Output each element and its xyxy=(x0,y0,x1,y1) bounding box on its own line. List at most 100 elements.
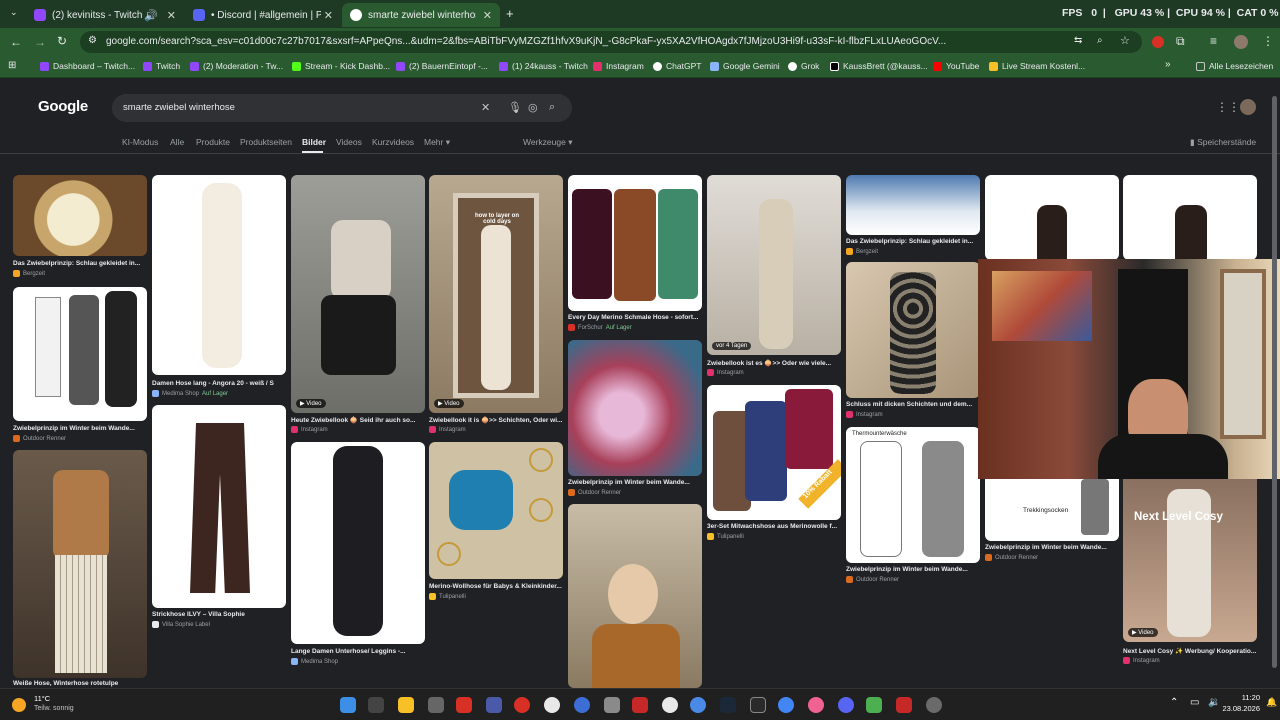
image-result[interactable]: Zwiebelprinzip im Winter beim Wande... O… xyxy=(13,287,147,444)
zoom-icon[interactable]: ⌕ xyxy=(1097,35,1103,46)
image-result[interactable]: vor 4 Tagen Zwiebellook ist es 🧅>> Oder … xyxy=(707,175,841,380)
tools-button[interactable]: Werkzeuge ▾ xyxy=(523,137,573,148)
tab-alle[interactable]: Alle xyxy=(170,137,184,147)
result-source[interactable]: Instagram xyxy=(429,426,466,433)
microphone-icon[interactable]: 🎙 xyxy=(508,101,522,114)
result-source[interactable]: Instagram xyxy=(707,369,744,376)
start-icon[interactable] xyxy=(340,697,356,713)
result-caption[interactable]: Every Day Merino Schmale Hose - sofort..… xyxy=(568,314,702,321)
bookmark-item[interactable]: ChatGPT xyxy=(653,61,701,71)
result-caption[interactable]: Next Level Cosy ✨ Werbung/ Kooperatio... xyxy=(1123,647,1257,655)
result-image[interactable] xyxy=(429,442,563,579)
account-avatar[interactable] xyxy=(1240,99,1256,115)
result-caption[interactable]: Strickhose ILVY – Villa Sophie xyxy=(152,611,286,618)
app-icon[interactable] xyxy=(632,697,648,713)
extensions-puzzle-icon[interactable]: ⧉ xyxy=(1176,34,1185,49)
result-caption[interactable]: Damen Hose lang - Angora 20 - weiß / S xyxy=(152,380,286,387)
app-icon[interactable] xyxy=(574,697,590,713)
image-result[interactable]: Next Level Cosy ▶ Video Next Level Cosy … xyxy=(1123,479,1257,669)
clock-date[interactable]: 23.08.2026 xyxy=(1202,704,1260,713)
speaker-icon[interactable]: 🔊 xyxy=(144,9,158,22)
image-result[interactable]: Lange Damen Unterhose/ Leggins -... Medi… xyxy=(291,442,425,667)
image-result[interactable] xyxy=(1123,175,1257,260)
site-info-icon[interactable]: ⚙ xyxy=(88,35,97,46)
result-image[interactable]: ▶ Video xyxy=(291,175,425,413)
tab-videos[interactable]: Videos xyxy=(336,137,362,147)
tab-search-icon[interactable]: ⌄ xyxy=(10,7,18,18)
tab-google[interactable]: smarte zwiebel winterhose - Google ✕ xyxy=(342,3,500,27)
app-icon[interactable] xyxy=(926,697,942,713)
network-icon[interactable]: ▭ xyxy=(1190,697,1199,708)
result-image[interactable] xyxy=(152,175,286,375)
app-icon[interactable] xyxy=(808,697,824,713)
image-result[interactable]: how to layer on cold days ▶ Video Zwiebe… xyxy=(429,175,563,437)
result-caption[interactable]: Merino-Wollhose für Babys & Kleinkinder.… xyxy=(429,583,563,590)
mouse-app-icon[interactable] xyxy=(428,697,444,713)
result-source[interactable]: Tulipanelli xyxy=(429,593,466,600)
result-source[interactable]: ForSchur Auf Lager xyxy=(568,324,632,331)
new-tab-icon[interactable]: + xyxy=(506,6,514,21)
bookmark-item[interactable]: Grok xyxy=(788,61,819,71)
result-caption[interactable]: Zwiebelprinzip im Winter beim Wande... xyxy=(568,479,702,486)
tab-produkte[interactable]: Produkte xyxy=(196,137,230,147)
saved-button[interactable]: ▮ Speicherstände xyxy=(1190,137,1256,148)
tab-discord[interactable]: • Discord | #allgemein | Posching ✕ xyxy=(185,3,341,27)
weather-icon[interactable] xyxy=(12,698,26,712)
result-source[interactable]: Medima Shop Auf Lager xyxy=(152,390,228,397)
google-logo[interactable]: Google xyxy=(38,98,88,115)
steam-icon[interactable] xyxy=(720,697,736,713)
tab-ki-modus[interactable]: KI-Modus xyxy=(122,137,158,147)
profile-avatar[interactable] xyxy=(1234,35,1248,49)
result-source[interactable]: Outdoor Renner xyxy=(568,489,621,496)
image-result[interactable]: Trekkingsocken Zwiebelprinzip im Winter … xyxy=(985,479,1119,564)
url-text[interactable]: google.com/search?sca_esv=c01d00c7c27b70… xyxy=(106,36,1056,47)
app-icon[interactable] xyxy=(544,697,560,713)
image-result[interactable]: Das Zwiebelprinzip: Schlau gekleidet in.… xyxy=(846,175,980,260)
tab-produktseiten[interactable]: Produktseiten xyxy=(240,137,292,147)
image-result[interactable]: Das Zwiebelprinzip: Schlau gekleidet in.… xyxy=(13,175,147,281)
search-icon[interactable] xyxy=(368,697,384,713)
result-caption[interactable]: Heute Zwiebellook 🧅 Seid ihr auch so... xyxy=(291,416,425,424)
result-caption[interactable]: Zwiebellook it is 🧅>> Schichten, Oder wi… xyxy=(429,416,563,424)
bookmark-item[interactable]: (1) 24kauss - Twitch xyxy=(499,61,588,71)
bookmarks-overflow-icon[interactable]: » xyxy=(1165,59,1171,70)
image-result[interactable]: Strickhose ILVY – Villa Sophie Villa Sop… xyxy=(152,405,286,630)
reading-list-icon[interactable]: ≡ xyxy=(1210,34,1217,48)
menu-icon[interactable]: ⋮ xyxy=(1262,34,1274,48)
image-result[interactable] xyxy=(568,504,702,688)
app-icon[interactable] xyxy=(896,697,912,713)
bookmark-item[interactable]: Twitch xyxy=(143,61,180,71)
app-icon[interactable] xyxy=(690,697,706,713)
result-image[interactable] xyxy=(13,450,147,678)
epic-games-icon[interactable] xyxy=(750,697,766,713)
bookmark-item[interactable]: Stream - Kick Dashb... xyxy=(292,61,390,71)
result-image[interactable] xyxy=(13,287,147,421)
result-source[interactable]: Tulipanelli xyxy=(707,533,744,540)
result-caption[interactable]: Zwiebelprinzip im Winter beim Wande... xyxy=(846,566,980,573)
bookmark-item[interactable]: Live Stream Kostenl... xyxy=(989,61,1085,71)
bookmark-item[interactable]: (2) Moderation - Tw... xyxy=(190,61,283,71)
image-result[interactable]: Weiße Hose, Winterhose rotetulpe xyxy=(13,450,147,688)
result-image[interactable] xyxy=(985,175,1119,260)
result-caption[interactable]: Das Zwiebelprinzip: Schlau gekleidet in.… xyxy=(846,238,980,245)
result-source[interactable]: Bergzeit xyxy=(13,270,45,277)
result-image[interactable]: 10% Rabatt xyxy=(707,385,841,520)
forward-icon[interactable]: → xyxy=(34,35,46,49)
bookmark-item[interactable]: Google Gemini xyxy=(710,61,780,71)
tab-twitch[interactable]: (2) kevinitss - Twitch 🔊 ✕ xyxy=(26,3,184,27)
back-icon[interactable]: ← xyxy=(10,35,22,49)
image-result[interactable]: Thermounterwäsche Zwiebelprinzip im Wint… xyxy=(846,427,980,587)
result-image[interactable] xyxy=(568,504,702,688)
tab-kurzvideos[interactable]: Kurzvideos xyxy=(372,137,414,147)
tray-overflow-icon[interactable]: ⌃ xyxy=(1170,697,1178,708)
image-result[interactable]: Schluss mit dicken Schichten und dem... … xyxy=(846,262,980,422)
image-result[interactable]: 10% Rabatt 3er-Set Mitwachshose aus Meri… xyxy=(707,385,841,545)
result-image[interactable]: Trekkingsocken xyxy=(985,479,1119,541)
translate-icon[interactable]: ⇆ xyxy=(1074,35,1082,46)
obs-icon[interactable] xyxy=(662,697,678,713)
bookmark-star-icon[interactable]: ☆ xyxy=(1120,34,1130,47)
app-icon[interactable] xyxy=(866,697,882,713)
result-caption[interactable]: Zwiebellook ist es 🧅>> Oder wie viele... xyxy=(707,359,841,367)
result-image[interactable] xyxy=(846,262,980,398)
result-source[interactable]: Instagram xyxy=(291,426,328,433)
